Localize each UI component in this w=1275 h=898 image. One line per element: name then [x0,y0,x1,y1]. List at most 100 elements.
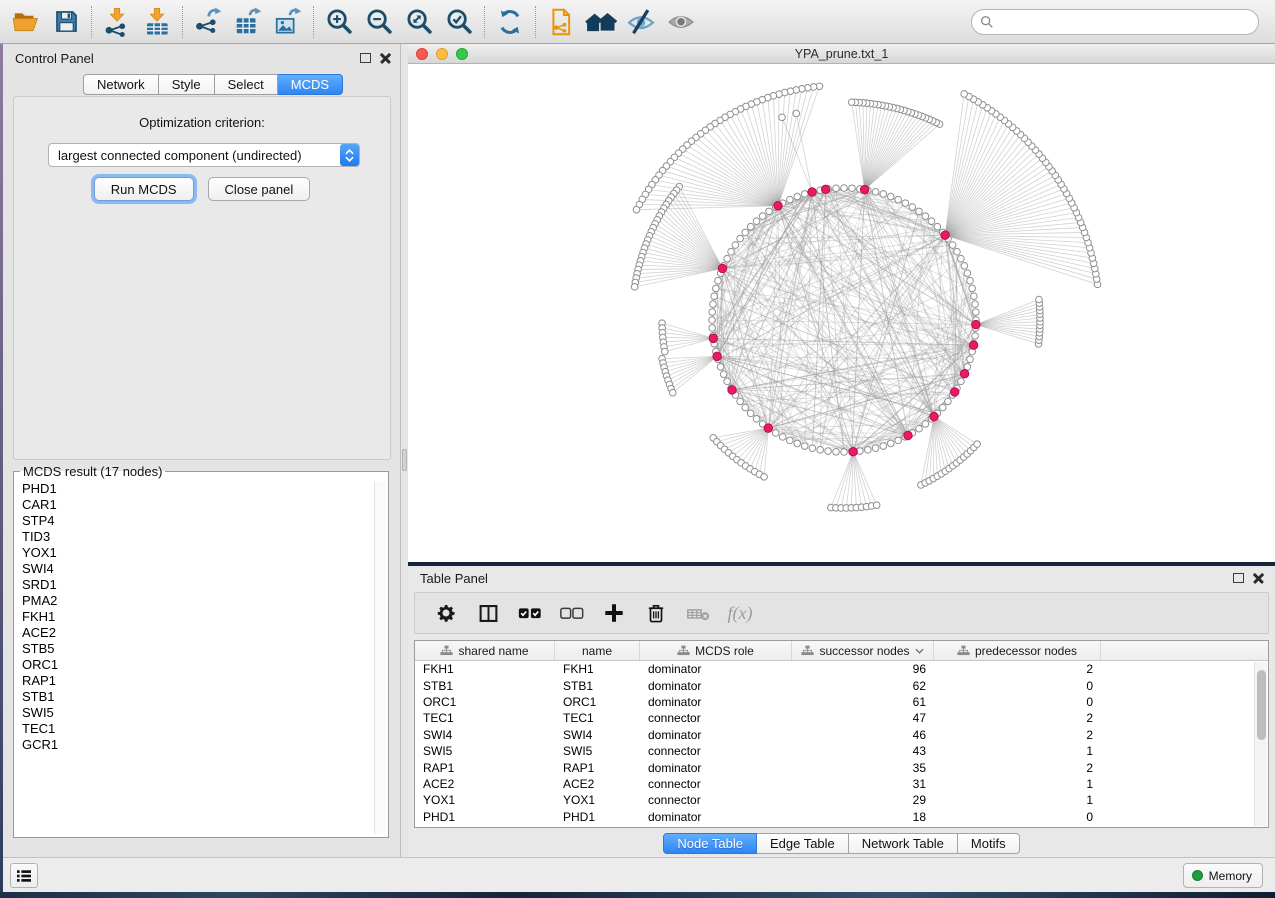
network-node[interactable] [841,185,848,192]
network-leaf-node[interactable] [633,206,640,213]
network-node[interactable] [753,416,760,423]
mcds-hub-node[interactable] [808,188,816,196]
table-tab-network-table[interactable]: Network Table [849,833,958,854]
mcds-result-item[interactable]: STB1 [17,689,385,705]
network-node[interactable] [909,204,916,211]
network-node[interactable] [732,242,739,249]
vertical-splitter[interactable] [401,44,408,857]
zoom-selected-button[interactable] [439,3,479,41]
mcds-result-list[interactable]: PHD1CAR1STP4TID3YOX1SWI4SRD1PMA2FKH1ACE2… [17,481,385,834]
network-node[interactable] [825,448,832,455]
network-node[interactable] [961,263,968,270]
network-node[interactable] [728,248,735,255]
mcds-result-item[interactable]: CAR1 [17,497,385,513]
network-node[interactable] [801,443,808,450]
network-node[interactable] [872,445,879,452]
network-node[interactable] [849,185,856,192]
mcds-result-item[interactable]: TID3 [17,529,385,545]
mcds-hub-node[interactable] [860,185,868,193]
column-visibility-button[interactable] [469,595,507,631]
network-node[interactable] [715,277,722,284]
network-node[interactable] [709,325,716,332]
mcds-hub-node[interactable] [718,264,726,272]
mcds-hub-node[interactable] [960,369,968,377]
table-panel-float-button[interactable] [1233,573,1244,583]
network-node[interactable] [817,447,824,454]
network-node[interactable] [833,448,840,455]
table-settings-button[interactable] [427,595,465,631]
mcds-result-scrollbar[interactable] [374,481,385,834]
network-node[interactable] [724,255,731,262]
export-network-document-button[interactable] [541,3,581,41]
table-row[interactable]: ORC1ORC1dominator610 [415,694,1268,710]
table-tab-edge-table[interactable]: Edge Table [757,833,849,854]
network-node[interactable] [945,398,952,405]
control-tab-style[interactable]: Style [159,74,215,95]
network-node[interactable] [916,208,923,215]
save-session-button[interactable] [46,3,86,41]
network-node[interactable] [934,223,941,230]
mcds-hub-node[interactable] [972,320,980,328]
column-header-predecessor-nodes[interactable]: predecessor nodes [934,641,1101,660]
network-node[interactable] [742,229,749,236]
table-row[interactable]: SWI5SWI5connector431 [415,743,1268,759]
network-leaf-node[interactable] [1036,296,1043,303]
network-node[interactable] [742,404,749,411]
network-node[interactable] [841,449,848,456]
delete-table-button[interactable] [679,595,717,631]
network-leaf-node[interactable] [793,110,800,117]
close-panel-button[interactable]: Close panel [208,177,311,201]
network-node[interactable] [895,437,902,444]
memory-button[interactable]: Memory [1183,863,1263,888]
network-node[interactable] [964,270,971,277]
network-node[interactable] [864,447,871,454]
mcds-result-item[interactable]: SWI4 [17,561,385,577]
show-all-button[interactable] [661,3,701,41]
import-table-button[interactable] [137,3,177,41]
table-row[interactable]: PHD1PHD1dominator180 [415,809,1268,825]
network-leaf-node[interactable] [761,474,768,481]
network-leaf-node[interactable] [661,348,668,355]
network-node[interactable] [709,309,716,316]
network-node[interactable] [747,410,754,417]
run-mcds-button[interactable]: Run MCDS [94,177,194,201]
table-row[interactable]: FKH1FKH1dominator962 [415,661,1268,677]
mcds-result-item[interactable]: TEC1 [17,721,385,737]
network-node[interactable] [809,445,816,452]
import-network-button[interactable] [97,3,137,41]
network-node[interactable] [747,223,754,230]
network-node[interactable] [967,277,974,284]
splitter-handle[interactable] [402,449,407,471]
function-builder-button[interactable]: f(x) [721,595,759,631]
mcds-hub-node[interactable] [774,201,782,209]
network-node[interactable] [958,255,965,262]
network-leaf-node[interactable] [873,502,880,509]
network-node[interactable] [713,285,720,292]
search-field[interactable] [971,9,1259,35]
network-window-titlebar[interactable]: YPA_prune.txt_1 [408,44,1275,64]
table-scrollbar-thumb[interactable] [1257,670,1266,740]
network-node[interactable] [922,213,929,220]
network-leaf-node[interactable] [669,389,676,396]
mcds-hub-node[interactable] [930,412,938,420]
network-node[interactable] [787,437,794,444]
mcds-hub-node[interactable] [849,447,857,455]
mcds-hub-node[interactable] [951,388,959,396]
network-node[interactable] [737,235,744,242]
zoom-in-button[interactable] [319,3,359,41]
zoom-fit-button[interactable] [399,3,439,41]
mcds-result-item[interactable]: ORC1 [17,657,385,673]
network-node[interactable] [916,425,923,432]
mcds-result-item[interactable]: RAP1 [17,673,385,689]
table-row[interactable]: ACE2ACE2connector311 [415,776,1268,792]
network-node[interactable] [711,293,718,300]
network-node[interactable] [724,378,731,385]
network-node[interactable] [833,185,840,192]
network-node[interactable] [958,378,965,385]
network-node[interactable] [972,309,979,316]
criterion-dropdown[interactable]: largest connected component (undirected) [48,143,360,167]
mcds-result-item[interactable]: STB5 [17,641,385,657]
network-node[interactable] [888,440,895,447]
mcds-result-item[interactable]: STP4 [17,513,385,529]
network-node[interactable] [972,301,979,308]
